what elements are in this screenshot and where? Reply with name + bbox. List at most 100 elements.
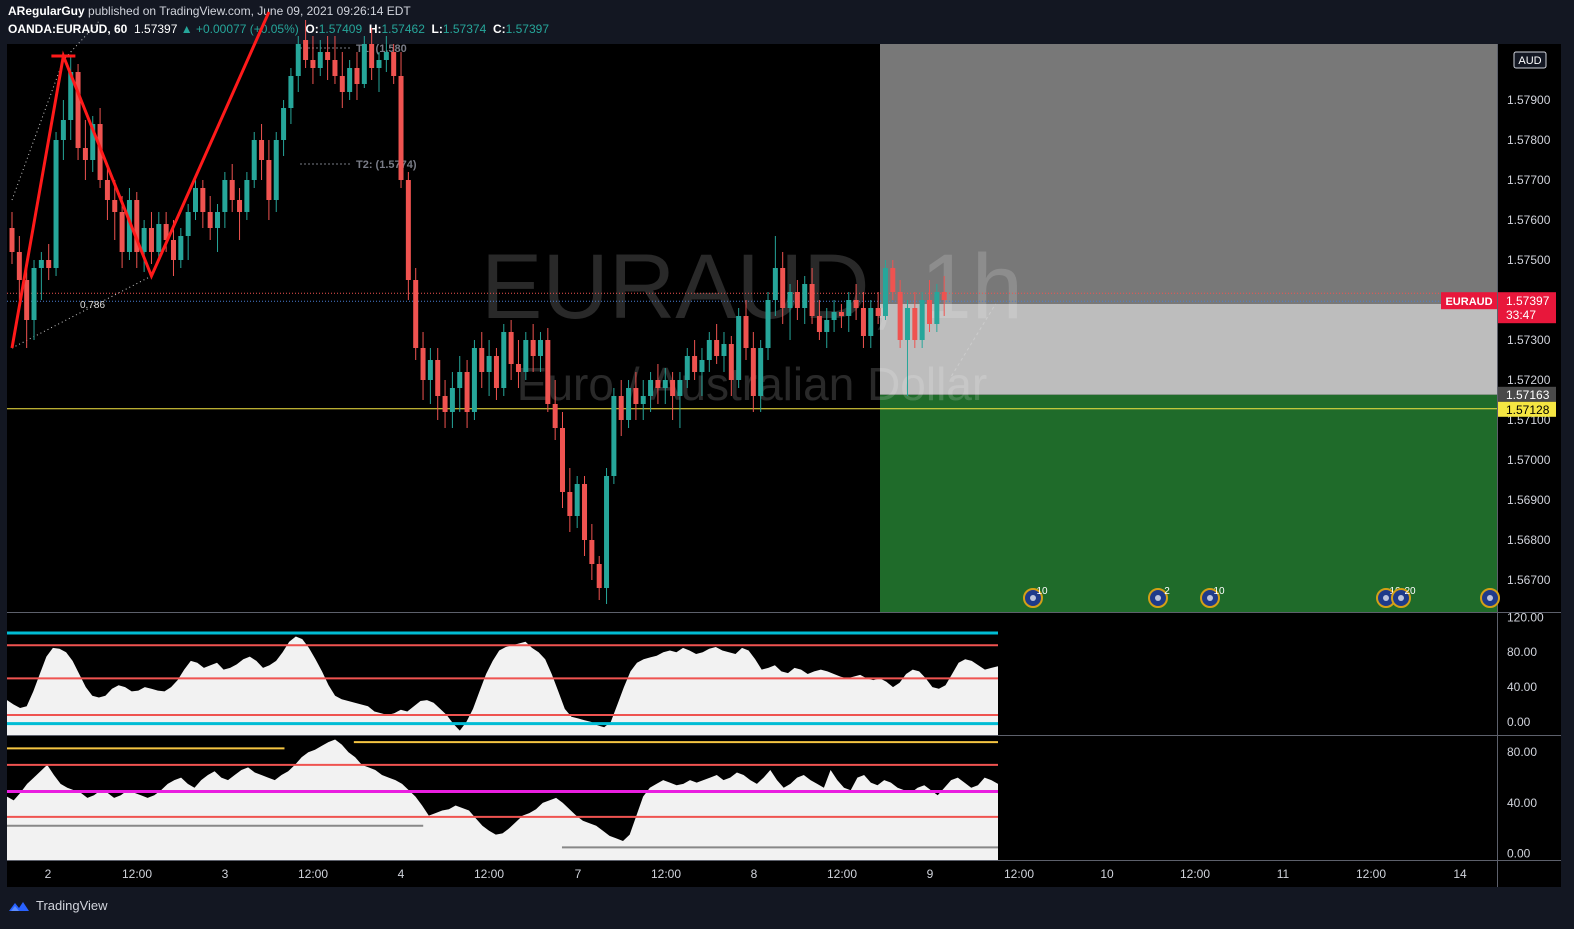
fib-label: 0.786 [80, 300, 105, 311]
time-tick-label: 3 [222, 867, 229, 881]
candle-body [802, 284, 808, 308]
target-zone [880, 394, 1497, 612]
time-tick-label: 12:00 [1004, 867, 1034, 881]
candle-body [626, 388, 632, 420]
candle-body [405, 180, 411, 280]
event-count-label: 10 [1213, 586, 1225, 597]
oscillator2-tick-label: 0.00 [1507, 847, 1531, 861]
candle-body [838, 312, 844, 316]
candle-body [934, 292, 940, 324]
oscillator2-tick-label: 40.00 [1507, 796, 1537, 810]
candle-body [596, 564, 602, 588]
candle-body [618, 396, 624, 420]
candle-body [427, 360, 433, 380]
candle-body [266, 160, 272, 200]
candle-body [486, 356, 492, 372]
candle-body [60, 120, 66, 140]
time-tick-label: 7 [575, 867, 582, 881]
candle-body [148, 228, 154, 252]
price-tick-label: 1.56700 [1507, 573, 1551, 587]
candle-body [442, 396, 448, 412]
candle-body [207, 212, 213, 228]
candle-body [493, 356, 499, 388]
candle-body [75, 72, 81, 148]
candle-body [156, 224, 162, 252]
candle-body [875, 308, 881, 316]
time-tick-label: 12:00 [474, 867, 504, 881]
time-tick-label: 14 [1453, 867, 1467, 881]
price-chart[interactable]: EURAUD, 1hEuro / Australian DollarT1: (1… [0, 0, 1574, 929]
candle-body [317, 52, 323, 68]
candle-body [750, 348, 756, 396]
candle-body [435, 360, 441, 396]
candle-body [890, 268, 896, 292]
event-flag-dot [1383, 595, 1389, 601]
candle-body [780, 268, 786, 308]
candle-body [347, 68, 353, 92]
candle-body [574, 484, 580, 516]
candle-body [515, 364, 521, 372]
candle-body [912, 308, 918, 340]
candle-body [354, 68, 360, 84]
event-flag-dot [1487, 595, 1493, 601]
candle-body [897, 292, 903, 340]
time-tick-label: 2 [45, 867, 52, 881]
oscillator1-tick-label: 120.00 [1507, 610, 1544, 624]
time-tick-label: 11 [1277, 867, 1290, 881]
candle-body [222, 180, 228, 212]
tradingview-logo-icon [9, 901, 29, 911]
candle-body [640, 396, 646, 404]
candle-body [457, 372, 463, 388]
candle-body [288, 76, 294, 108]
event-flag-dot [1207, 595, 1213, 601]
price-tick-label: 1.57000 [1507, 453, 1551, 467]
candle-body [809, 284, 815, 316]
price-tick-label: 1.57900 [1507, 93, 1551, 107]
candle-body [662, 380, 668, 388]
candle-body [860, 308, 866, 336]
event-count-label: 2 [1164, 586, 1170, 597]
candle-body [692, 356, 698, 372]
time-tick-label: 12:00 [122, 867, 152, 881]
candle-body [604, 476, 610, 588]
candle-body [904, 308, 910, 340]
candle-body [794, 292, 800, 308]
price-tick-label: 1.57500 [1507, 253, 1551, 267]
candle-body [449, 388, 455, 412]
oscillator1-tick-label: 80.00 [1507, 645, 1537, 659]
candle-body [714, 340, 720, 356]
time-tick-label: 12:00 [1180, 867, 1210, 881]
price-tick-label: 1.57800 [1507, 133, 1551, 147]
time-tick-label: 12:00 [298, 867, 328, 881]
candle-body [927, 300, 932, 324]
candle-body [383, 52, 389, 60]
candle-body [82, 148, 88, 160]
candle-body [648, 380, 654, 396]
candle-body [112, 200, 118, 212]
candle-body [464, 372, 470, 412]
price-tick-label: 1.57600 [1507, 213, 1551, 227]
candle-body [611, 396, 617, 476]
candle-body [589, 540, 595, 564]
oscillator1-tick-label: 0.00 [1507, 715, 1531, 729]
candle-body [699, 360, 705, 372]
footer-brand[interactable]: TradingView [36, 898, 108, 913]
candle-body [193, 188, 198, 212]
candle-countdown: 33:47 [1506, 308, 1536, 322]
candle-body [237, 200, 243, 212]
candle-body [758, 348, 764, 396]
candle-body [369, 44, 375, 68]
candle-body [141, 228, 147, 252]
time-tick-label: 12:00 [1356, 867, 1386, 881]
candle-body [882, 268, 888, 316]
time-tick-label: 12:00 [651, 867, 681, 881]
candle-body [104, 180, 110, 200]
candle-body [677, 380, 683, 396]
candle-body [743, 316, 749, 348]
candle-body [824, 320, 830, 332]
candle-body [508, 332, 514, 364]
candle-body [251, 140, 257, 180]
event-flag-dot [1030, 595, 1036, 601]
event-flag-dot [1155, 595, 1161, 601]
candle-body [765, 300, 771, 348]
